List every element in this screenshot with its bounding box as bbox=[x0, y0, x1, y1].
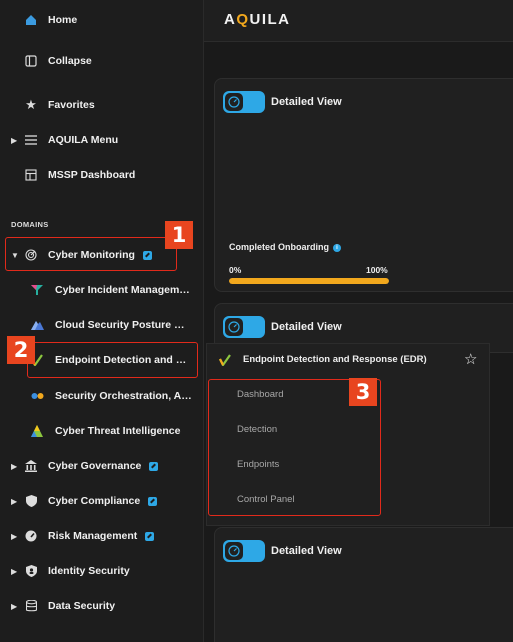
dashboard-icon bbox=[24, 168, 38, 182]
progress-start-label: 0% bbox=[229, 265, 242, 275]
sidebar-item-collapse[interactable]: Collapse bbox=[0, 46, 204, 76]
sidebar-item-cyber-compliance[interactable]: ▶ Cyber Compliance bbox=[0, 486, 204, 516]
detailed-view-card: Detailed View Completed Onboarding i 0% 1… bbox=[214, 78, 513, 292]
annotation-badge-2: 2 bbox=[7, 336, 35, 364]
orchestration-icon bbox=[30, 389, 44, 403]
sidebar-item-risk-management[interactable]: ▶ Risk Management bbox=[0, 521, 204, 551]
menu-icon bbox=[24, 133, 38, 147]
caret-right-icon: ▶ bbox=[11, 531, 18, 541]
sidebar-item-label: Cyber Governance bbox=[48, 460, 159, 472]
progress-fill bbox=[229, 278, 389, 284]
detailed-view-card: Detailed View bbox=[214, 527, 513, 642]
caret-right-icon: ▶ bbox=[11, 566, 18, 576]
identity-shield-icon bbox=[24, 564, 38, 578]
flyout-title: Endpoint Detection and Response (EDR) bbox=[243, 354, 427, 365]
detailed-view-toggle[interactable] bbox=[223, 316, 265, 338]
sidebar-item-label: Collapse bbox=[48, 55, 92, 67]
annotation-box-1 bbox=[5, 237, 177, 271]
sidebar-item-identity-security[interactable]: ▶ Identity Security bbox=[0, 556, 204, 586]
sidebar-item-aquila-menu[interactable]: ▶ AQUILA Menu bbox=[0, 125, 204, 155]
detailed-view-toggle[interactable] bbox=[223, 540, 265, 562]
domains-header: DOMAINS bbox=[11, 220, 49, 229]
caret-right-icon: ▶ bbox=[11, 496, 18, 506]
sidebar-subitem-label: Cloud Security Posture Management bbox=[55, 319, 193, 331]
top-header: AQUILA bbox=[204, 0, 513, 42]
edit-icon[interactable] bbox=[148, 496, 158, 506]
sidebar-item-data-security[interactable]: ▶ Data Security bbox=[0, 591, 204, 621]
checkmark-icon bbox=[219, 353, 231, 371]
edit-icon[interactable] bbox=[149, 461, 159, 471]
annotation-box-2 bbox=[27, 342, 198, 378]
progress-end-label: 100% bbox=[366, 265, 388, 275]
flyout-header: Endpoint Detection and Response (EDR) ☆ bbox=[207, 344, 489, 376]
intel-icon bbox=[30, 424, 44, 438]
home-icon bbox=[24, 13, 38, 27]
speedometer-icon bbox=[225, 93, 243, 111]
sidebar-item-favorites[interactable]: ★ Favorites bbox=[0, 90, 204, 120]
shield-icon bbox=[24, 494, 38, 508]
funnel-icon bbox=[30, 283, 44, 297]
sidebar-subitem-security-orchestration[interactable]: Security Orchestration, Automation bbox=[0, 381, 204, 411]
sidebar-item-label: Cyber Compliance bbox=[48, 495, 158, 507]
caret-right-icon: ▶ bbox=[11, 601, 18, 611]
sidebar-item-label: MSSP Dashboard bbox=[48, 169, 136, 181]
sidebar-item-label: Identity Security bbox=[48, 565, 130, 577]
sidebar-subitem-label: Cyber Threat Intelligence bbox=[55, 425, 181, 437]
sidebar-item-label: Home bbox=[48, 14, 78, 26]
info-icon[interactable]: i bbox=[333, 243, 341, 252]
star-icon: ★ bbox=[25, 97, 37, 112]
sidebar-item-home[interactable]: Home bbox=[0, 5, 204, 35]
card-title: Detailed View bbox=[271, 545, 342, 557]
annotation-badge-3: 3 bbox=[349, 378, 377, 406]
database-icon bbox=[24, 599, 38, 613]
sidebar: Home Collapse ★ Favorites ▶ AQUILA Menu … bbox=[0, 0, 204, 642]
bank-icon bbox=[24, 459, 38, 473]
onboarding-progress-bar bbox=[229, 278, 389, 284]
sidebar-item-label: Risk Management bbox=[48, 530, 155, 542]
sidebar-subitem-label: Cyber Incident Management bbox=[55, 284, 193, 296]
sidebar-subitem-label: Security Orchestration, Automation bbox=[55, 390, 193, 402]
card-title: Detailed View bbox=[271, 321, 342, 333]
onboarding-label: Completed Onboarding i bbox=[229, 242, 341, 252]
favorite-star-icon[interactable]: ☆ bbox=[464, 350, 477, 368]
speedometer-icon bbox=[225, 318, 243, 336]
sidebar-item-cyber-governance[interactable]: ▶ Cyber Governance bbox=[0, 451, 204, 481]
collapse-icon bbox=[24, 54, 38, 68]
caret-right-icon: ▶ bbox=[11, 461, 18, 471]
gauge-icon bbox=[24, 529, 38, 543]
edit-icon[interactable] bbox=[145, 531, 155, 541]
sidebar-item-mssp-dashboard[interactable]: MSSP Dashboard bbox=[0, 160, 204, 190]
detailed-view-toggle[interactable] bbox=[223, 91, 265, 113]
annotation-badge-1: 1 bbox=[165, 221, 193, 249]
cloud-icon bbox=[30, 318, 44, 332]
sidebar-subitem-cyber-threat-intelligence[interactable]: Cyber Threat Intelligence bbox=[0, 416, 204, 446]
card-title: Detailed View bbox=[271, 96, 342, 108]
caret-right-icon: ▶ bbox=[11, 135, 18, 145]
sidebar-subitem-cyber-incident-management[interactable]: Cyber Incident Management bbox=[0, 275, 204, 305]
aquila-logo[interactable]: AQUILA bbox=[224, 11, 291, 28]
sidebar-item-label: AQUILA Menu bbox=[48, 134, 119, 146]
sidebar-item-label: Favorites bbox=[48, 99, 95, 111]
speedometer-icon bbox=[225, 542, 243, 560]
sidebar-item-label: Data Security bbox=[48, 600, 116, 612]
